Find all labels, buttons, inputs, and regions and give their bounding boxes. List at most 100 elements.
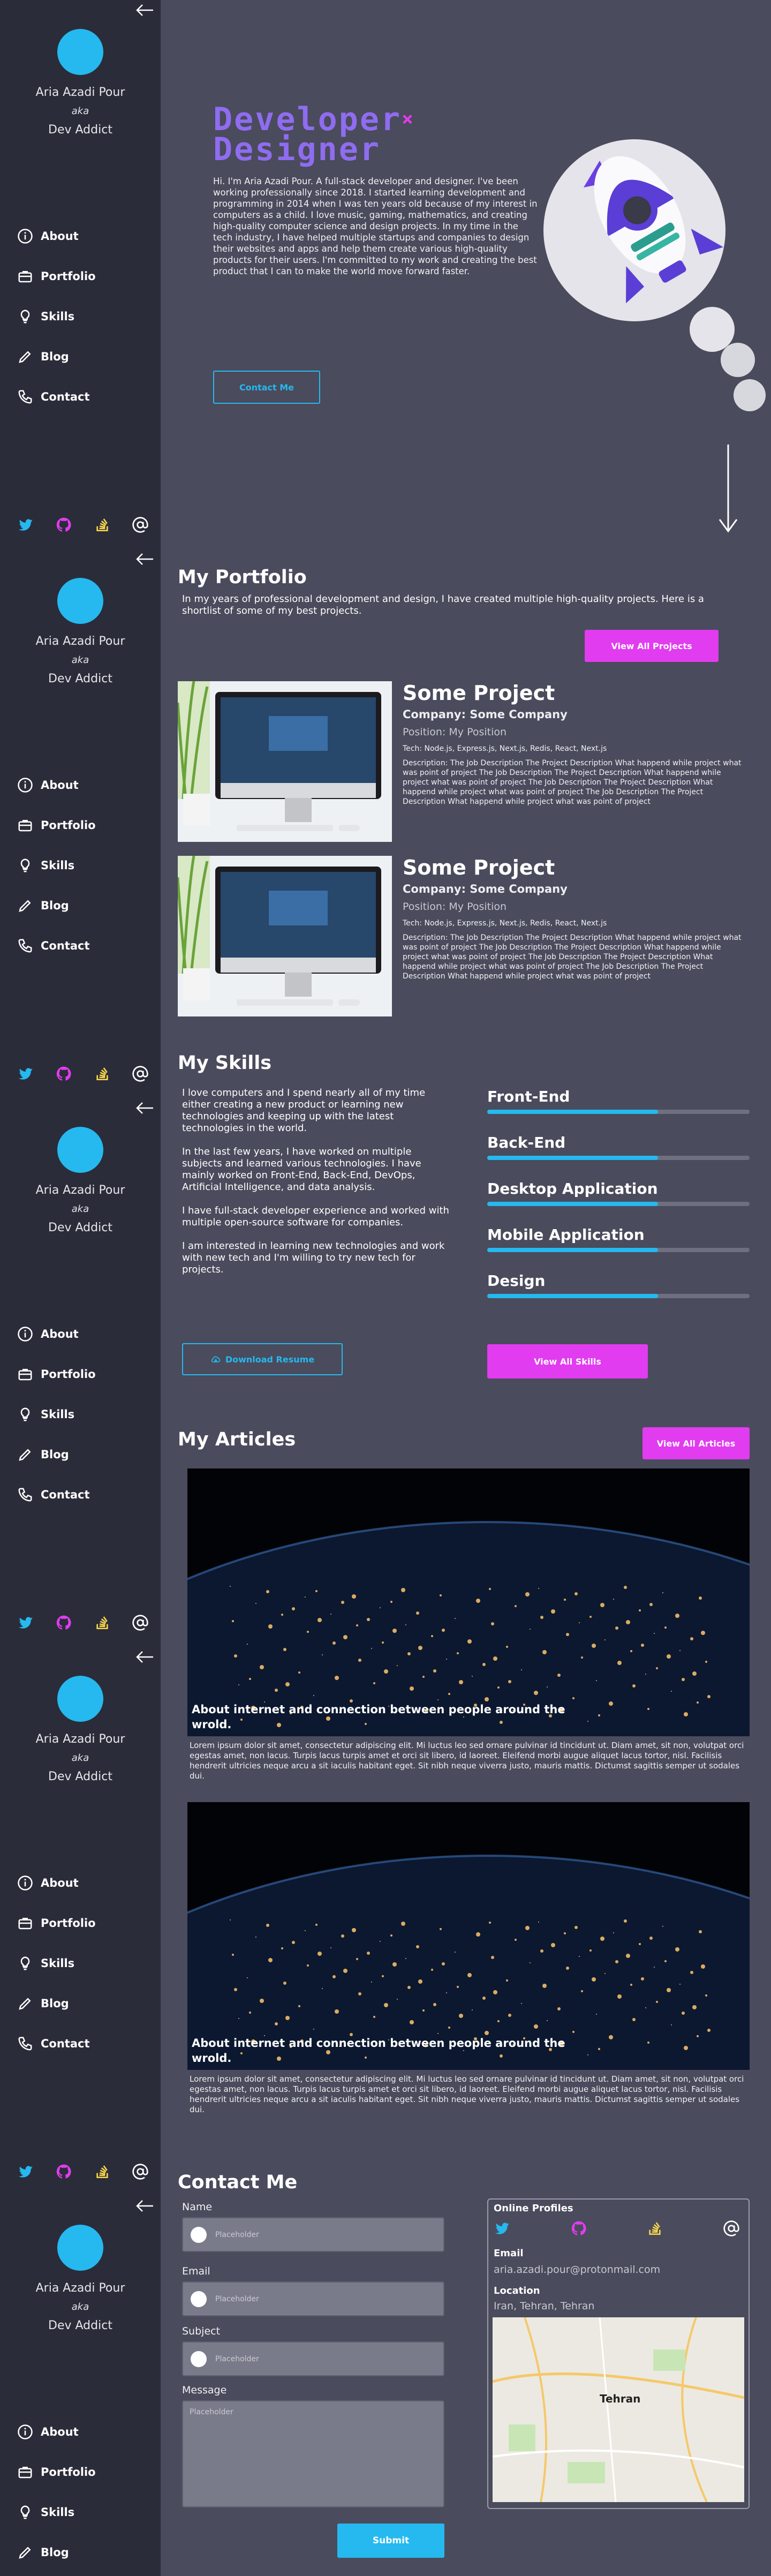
name-field[interactable]: Placeholder <box>182 2217 444 2252</box>
sidebar-aka: aka <box>71 106 89 117</box>
sidebar-item-portfolio[interactable]: Portfolio <box>17 1354 96 1394</box>
sidebar-item-label: About <box>41 229 79 243</box>
github-link[interactable] <box>54 1064 73 1083</box>
github-icon <box>57 1615 71 1630</box>
github-link[interactable] <box>54 515 73 534</box>
sidebar-item-about[interactable]: About <box>17 1314 96 1354</box>
project-card[interactable]: Some Project Company: Some Company Positio… <box>178 681 745 842</box>
stackoverflow-link[interactable] <box>93 515 112 534</box>
github-icon <box>571 2221 586 2235</box>
sidebar-item-contact[interactable]: Contact <box>17 1474 96 1515</box>
article-image: About internet and connection between pe… <box>187 1468 750 1736</box>
profile-stackoverflow-link[interactable] <box>646 2220 663 2239</box>
sidebar-item-about[interactable]: About <box>17 2412 96 2452</box>
stackoverflow-icon <box>96 1616 108 1629</box>
collapse-arrow-icon[interactable] <box>134 1649 155 1664</box>
stackoverflow-link[interactable] <box>93 1613 112 1632</box>
profile-twitter-link[interactable] <box>494 2220 511 2239</box>
download-resume-button[interactable]: Download Resume <box>182 1343 343 1375</box>
phone-icon <box>18 939 32 953</box>
submit-button[interactable]: Submit <box>337 2524 444 2558</box>
subject-field[interactable]: Placeholder <box>182 2341 444 2376</box>
skill-bar <box>487 1248 750 1252</box>
twitter-icon <box>18 1617 33 1629</box>
collapse-arrow-icon[interactable] <box>134 552 155 567</box>
skill-item: Desktop Application <box>487 1179 750 1206</box>
view-all-projects-button[interactable]: View All Projects <box>585 630 719 662</box>
sidebar-item-skills[interactable]: Skills <box>17 2492 96 2532</box>
twitter-link[interactable] <box>16 2162 35 2181</box>
sidebar-name: Aria Azadi Pour <box>35 86 125 99</box>
sidebar-item-portfolio[interactable]: Portfolio <box>17 805 96 845</box>
stackoverflow-link[interactable] <box>93 2162 112 2181</box>
project-company: Company: Some Company <box>403 708 568 721</box>
sidebar-item-blog[interactable]: Blog <box>17 2532 96 2572</box>
email-field[interactable]: Placeholder <box>182 2281 444 2316</box>
at-link[interactable] <box>131 1064 150 1083</box>
project-card[interactable]: Some Project Company: Some Company Positio… <box>178 856 745 1016</box>
stackoverflow-icon <box>96 1067 108 1080</box>
pencil-icon <box>19 899 31 912</box>
field-label-subject: Subject <box>182 2325 221 2337</box>
sidebar-item-contact[interactable]: Contact <box>17 2572 96 2576</box>
at-link[interactable] <box>131 515 150 534</box>
profile-at-link[interactable] <box>723 2220 740 2239</box>
sidebar-item-blog[interactable]: Blog <box>17 885 96 925</box>
sidebar-item-blog[interactable]: Blog <box>17 1434 96 1474</box>
scroll-down-arrow-icon[interactable] <box>717 445 739 536</box>
sidebar-item-skills[interactable]: Skills <box>17 1943 96 1983</box>
sidebar-name: Aria Azadi Pour <box>35 1733 125 1746</box>
sidebar-item-label: Blog <box>41 1997 69 2010</box>
sidebar-item-portfolio[interactable]: Portfolio <box>17 1903 96 1943</box>
contact-title: Contact Me <box>178 2172 298 2193</box>
github-link[interactable] <box>54 1613 73 1632</box>
sidebar-item-skills[interactable]: Skills <box>17 845 96 885</box>
location-title: Location <box>494 2285 540 2296</box>
sidebar: Aria Azadi Pour aka Dev Addict About Portfol… <box>0 549 161 1098</box>
lightbulb-icon <box>20 1956 30 1970</box>
sidebar-aka: aka <box>71 654 89 666</box>
sidebar-item-contact[interactable]: Contact <box>17 925 96 966</box>
briefcase-icon <box>18 270 32 282</box>
project-position: Position: My Position <box>403 901 507 913</box>
view-all-articles-button[interactable]: View All Articles <box>642 1427 750 1459</box>
location-map[interactable]: Tehran <box>493 2317 744 2502</box>
sidebar-item-blog[interactable]: Blog <box>17 1983 96 2023</box>
sidebar-item-contact[interactable]: Contact <box>17 376 96 417</box>
collapse-arrow-icon[interactable] <box>134 2198 155 2213</box>
cloud-download-icon <box>211 1356 221 1362</box>
at-link[interactable] <box>131 2162 150 2181</box>
sidebar-item-about[interactable]: About <box>17 765 96 805</box>
contact-me-button[interactable]: Contact Me <box>213 371 320 404</box>
sidebar-item-about[interactable]: About <box>17 216 96 256</box>
skill-name: Back-End <box>487 1134 566 1151</box>
sidebar-item-blog[interactable]: Blog <box>17 336 96 376</box>
sidebar-item-about[interactable]: About <box>17 1863 96 1903</box>
message-textarea[interactable]: Placeholder <box>182 2400 444 2507</box>
pencil-icon <box>19 350 31 363</box>
sidebar-item-portfolio[interactable]: Portfolio <box>17 2452 96 2492</box>
article-card[interactable]: About internet and connection between pe… <box>187 1468 750 1786</box>
skill-item: Front-End <box>487 1087 750 1114</box>
collapse-arrow-icon[interactable] <box>134 3 155 18</box>
sidebar-item-label: About <box>41 778 79 792</box>
at-link[interactable] <box>131 1613 150 1632</box>
sidebar-item-skills[interactable]: Skills <box>17 1394 96 1434</box>
twitter-link[interactable] <box>16 1613 35 1632</box>
sidebar-aka: aka <box>71 2301 89 2313</box>
twitter-link[interactable] <box>16 515 35 534</box>
sidebar-item-portfolio[interactable]: Portfolio <box>17 256 96 296</box>
sidebar-item-label: About <box>41 1876 79 1889</box>
collapse-arrow-icon[interactable] <box>134 1101 155 1116</box>
sidebar-item-label: Contact <box>41 390 90 403</box>
profile-github-link[interactable] <box>570 2220 587 2239</box>
sidebar-item-skills[interactable]: Skills <box>17 296 96 336</box>
article-card[interactable]: About internet and connection between pe… <box>187 1802 750 2119</box>
twitter-link[interactable] <box>16 1064 35 1083</box>
view-all-skills-button[interactable]: View All Skills <box>487 1344 648 1379</box>
stackoverflow-link[interactable] <box>93 1064 112 1083</box>
github-link[interactable] <box>54 2162 73 2181</box>
sidebar-role: Dev Addict <box>48 1770 112 1783</box>
sidebar: Aria Azadi Pour aka Dev Addict About Portfol… <box>0 1647 161 2196</box>
sidebar-item-contact[interactable]: Contact <box>17 2023 96 2063</box>
